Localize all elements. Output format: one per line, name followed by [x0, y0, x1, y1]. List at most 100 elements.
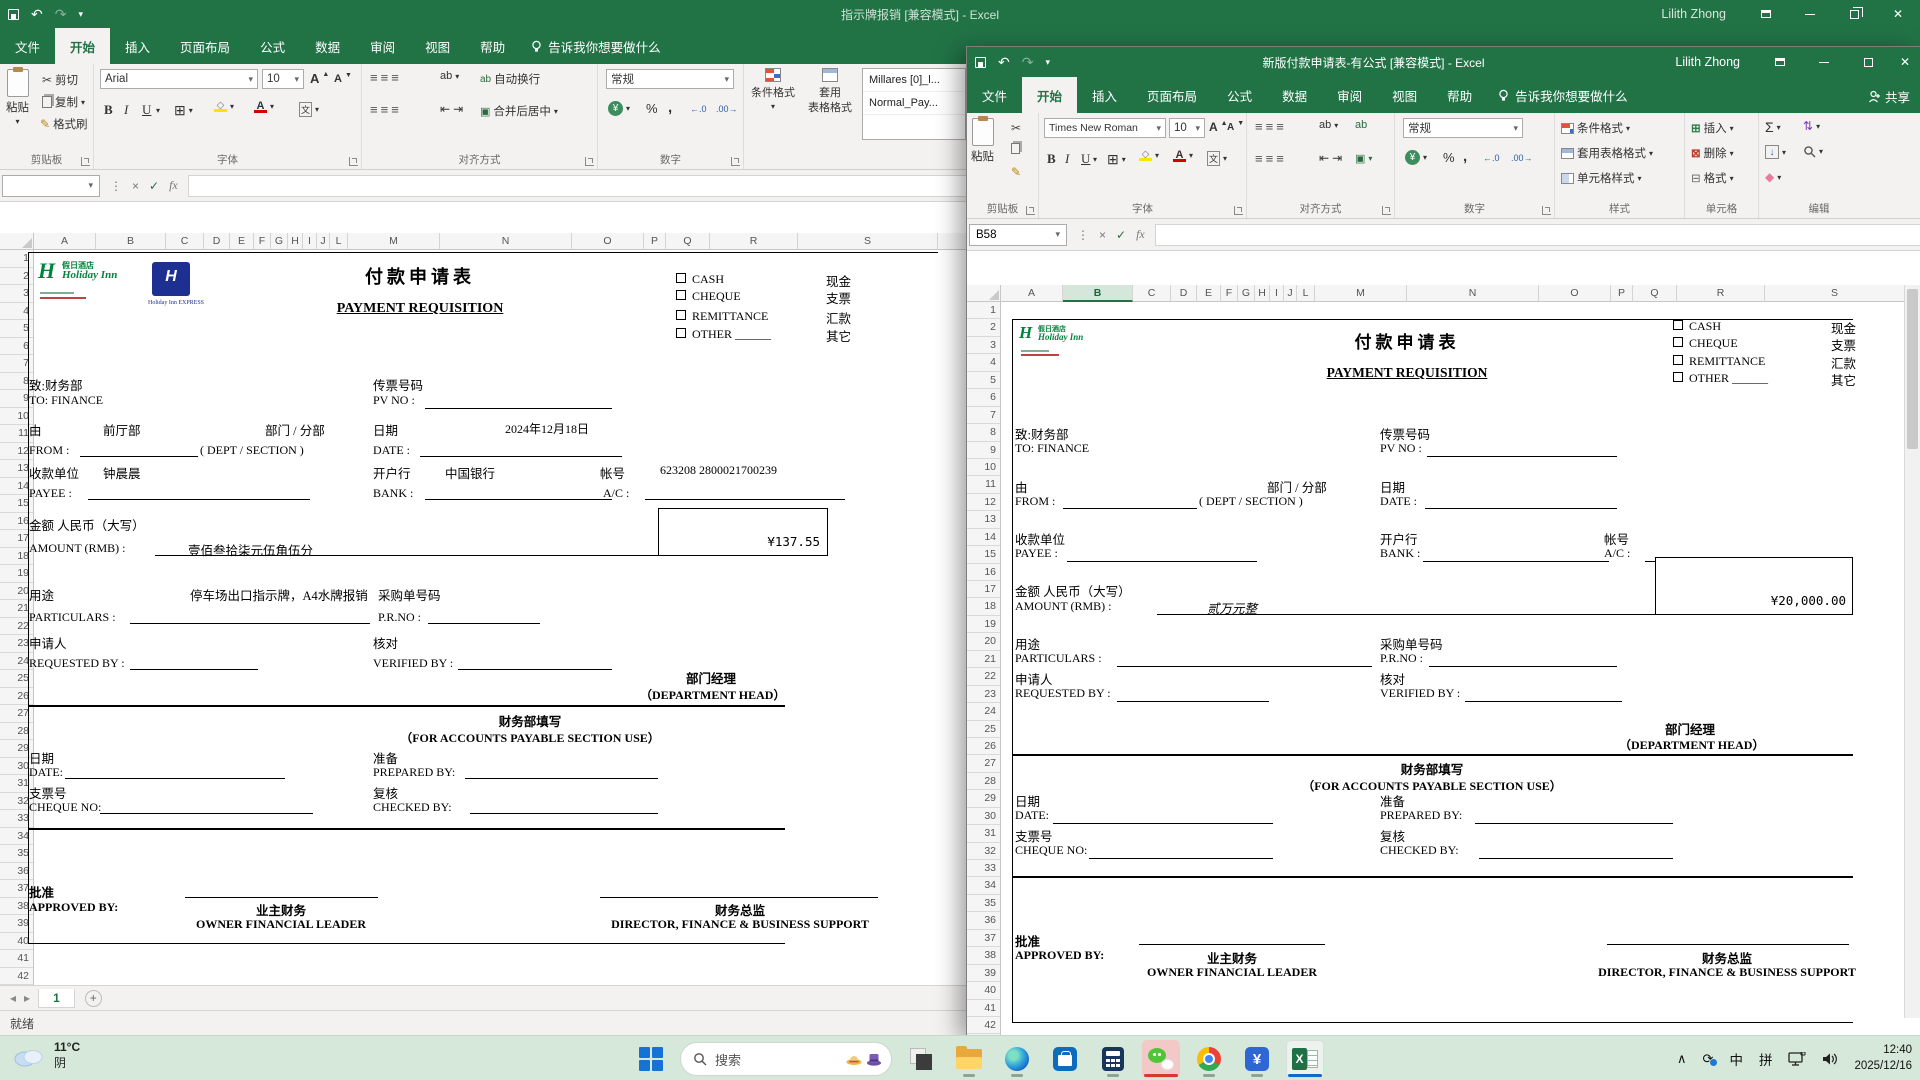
- alignment-dialog-launcher[interactable]: [1382, 206, 1391, 215]
- row-header-22[interactable]: 22: [0, 618, 33, 635]
- row-header-17[interactable]: 17: [0, 530, 33, 548]
- app-finance-yen[interactable]: ¥: [1238, 1040, 1276, 1078]
- number-dialog-launcher[interactable]: [731, 157, 740, 166]
- row-header-19[interactable]: 19: [967, 616, 1000, 634]
- ribbon-tab-插入[interactable]: 插入: [110, 28, 165, 64]
- taskbar-clock[interactable]: 12:40 2025/12/16: [1854, 1043, 1912, 1074]
- comma-button[interactable]: ,: [1463, 148, 1467, 165]
- row-header-7[interactable]: 7: [0, 355, 33, 373]
- ime-mode[interactable]: 拼: [1759, 1049, 1773, 1069]
- front-formula-input[interactable]: [1154, 223, 1920, 246]
- row-header-23[interactable]: 23: [967, 686, 1000, 704]
- row-header-37[interactable]: 37: [967, 930, 1000, 948]
- app-calculator[interactable]: [1094, 1040, 1132, 1078]
- increase-decimal-button[interactable]: ←.0: [1483, 153, 1500, 163]
- row-header-33[interactable]: 33: [967, 860, 1000, 878]
- row-header-27[interactable]: 27: [967, 755, 1000, 773]
- alignment-dialog-launcher[interactable]: [585, 157, 594, 166]
- ribbon-tab-公式[interactable]: 公式: [245, 28, 300, 64]
- number-format-select[interactable]: 常规 ▾: [1403, 118, 1523, 138]
- column-header-J[interactable]: J: [1284, 285, 1297, 302]
- row-header-19[interactable]: 19: [0, 565, 33, 583]
- row-header-16[interactable]: 16: [967, 564, 1000, 581]
- row-header-4[interactable]: 4: [0, 303, 33, 320]
- column-header-J[interactable]: J: [317, 233, 330, 250]
- orientation-button[interactable]: ab ▾: [1319, 119, 1338, 131]
- column-header-Q[interactable]: Q: [666, 233, 710, 250]
- bold-button[interactable]: B: [104, 102, 113, 118]
- phonetic-button[interactable]: 文 ▾: [299, 102, 319, 117]
- decrease-decimal-button[interactable]: .00→: [1511, 153, 1533, 163]
- row-header-28[interactable]: 28: [0, 723, 33, 740]
- decrease-decimal-button[interactable]: .00→: [716, 104, 738, 114]
- format-painter-button[interactable]: ✎ 格式刷: [40, 116, 88, 132]
- row-header-21[interactable]: 21: [967, 651, 1000, 669]
- network-icon[interactable]: [1788, 1051, 1806, 1066]
- bold-button[interactable]: B: [1047, 151, 1056, 167]
- row-header-38[interactable]: 38: [967, 947, 1000, 965]
- minimize-button[interactable]: [1788, 0, 1832, 28]
- clear-button[interactable]: ◆ ▾: [1765, 170, 1781, 184]
- app-edge[interactable]: [998, 1040, 1036, 1078]
- row-header-16[interactable]: 16: [0, 513, 33, 530]
- row-header-12[interactable]: 12: [967, 494, 1000, 512]
- back-name-box[interactable]: ▾: [2, 174, 100, 197]
- row-header-32[interactable]: 32: [967, 843, 1000, 860]
- row-header-1[interactable]: 1: [967, 302, 1000, 320]
- ribbon-options-button[interactable]: [1758, 47, 1802, 77]
- column-header-L[interactable]: L: [1297, 285, 1315, 302]
- column-header-O[interactable]: O: [572, 233, 644, 250]
- column-header-B[interactable]: B: [1063, 285, 1133, 302]
- close-button[interactable]: ✕: [1876, 0, 1920, 28]
- underline-button[interactable]: U: [1081, 151, 1090, 167]
- font-name-select[interactable]: Arial ▾: [100, 69, 258, 89]
- ribbon-tab-审阅[interactable]: 审阅: [355, 28, 410, 64]
- clipboard-dialog-launcher[interactable]: [1026, 206, 1035, 215]
- front-vertical-scrollbar[interactable]: [1904, 285, 1920, 1018]
- column-header-C[interactable]: C: [1133, 285, 1171, 302]
- front-sheet[interactable]: [1001, 302, 1904, 1035]
- column-header-S[interactable]: S: [798, 233, 938, 250]
- ribbon-tab-数据[interactable]: 数据: [1267, 77, 1322, 113]
- font-color-button[interactable]: A ▾: [1173, 149, 1193, 162]
- share-button[interactable]: 共享: [1868, 87, 1910, 106]
- row-header-2[interactable]: 2: [0, 268, 33, 285]
- row-header-9[interactable]: 9: [967, 442, 1000, 459]
- row-header-11[interactable]: 11: [0, 425, 33, 443]
- row-header-31[interactable]: 31: [967, 825, 1000, 843]
- row-header-31[interactable]: 31: [0, 775, 33, 793]
- row-header-1[interactable]: 1: [0, 250, 33, 268]
- row-header-40[interactable]: 40: [967, 982, 1000, 1000]
- wrap-text-button[interactable]: ab: [1355, 119, 1367, 131]
- align-top-icons[interactable]: ≡ ≡ ≡: [1255, 119, 1284, 134]
- row-header-28[interactable]: 28: [967, 773, 1000, 791]
- search-box[interactable]: 搜索: [680, 1042, 892, 1076]
- maximize-button[interactable]: [1846, 47, 1890, 77]
- ribbon-tab-数据[interactable]: 数据: [300, 28, 355, 64]
- front-name-box[interactable]: B58 ▾: [969, 223, 1067, 246]
- row-header-6[interactable]: 6: [967, 389, 1000, 407]
- column-header-G[interactable]: G: [1238, 285, 1255, 302]
- ribbon-tab-帮助[interactable]: 帮助: [1432, 77, 1487, 113]
- grow-font-button[interactable]: A ▲: [1209, 120, 1228, 135]
- row-header-38[interactable]: 38: [0, 898, 33, 915]
- insert-function-icon[interactable]: fx: [1136, 227, 1145, 242]
- app-file-explorer[interactable]: [950, 1040, 988, 1078]
- row-header-10[interactable]: 10: [967, 459, 1000, 477]
- merge-center-button[interactable]: ▣ 合并后居中 ▾: [480, 103, 558, 119]
- row-header-30[interactable]: 30: [967, 808, 1000, 826]
- undo-icon[interactable]: ↶: [31, 6, 43, 23]
- confirm-entry-icon[interactable]: ✓: [1116, 228, 1126, 242]
- restore-button[interactable]: [1832, 0, 1876, 28]
- ribbon-tab-开始[interactable]: 开始: [55, 28, 111, 64]
- save-icon[interactable]: [975, 56, 986, 68]
- column-header-H[interactable]: H: [1255, 285, 1270, 302]
- row-header-32[interactable]: 32: [0, 793, 33, 810]
- speaker-icon[interactable]: [1822, 1052, 1838, 1066]
- ribbon-tab-视图[interactable]: 视图: [410, 28, 465, 64]
- row-header-8[interactable]: 8: [967, 424, 1000, 442]
- row-header-36[interactable]: 36: [0, 863, 33, 880]
- row-header-30[interactable]: 30: [0, 758, 33, 775]
- front-select-all-corner[interactable]: [967, 285, 1001, 302]
- indent-buttons[interactable]: ⇤ ⇥: [440, 102, 463, 116]
